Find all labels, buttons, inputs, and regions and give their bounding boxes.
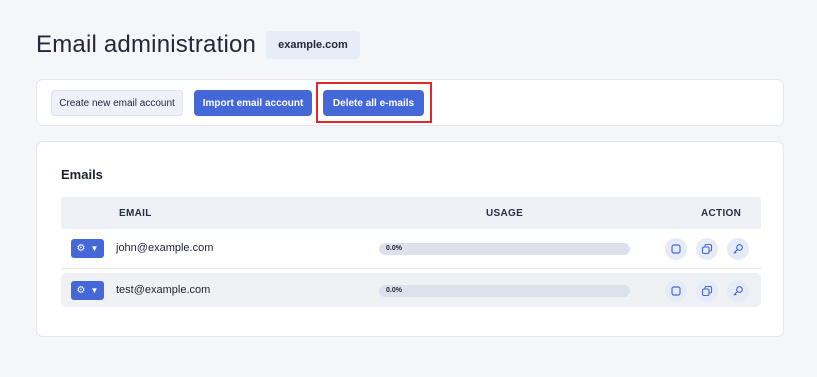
square-icon: [671, 286, 681, 296]
square-icon: [671, 244, 681, 254]
action-button-2[interactable]: [696, 238, 718, 260]
page-header: Email administration example.com: [36, 31, 360, 59]
usage-text: 0.0%: [386, 287, 402, 294]
action-button-1[interactable]: [665, 238, 687, 260]
caret-down-icon: ▼: [90, 285, 99, 295]
import-email-account-button[interactable]: Import email account: [194, 90, 312, 116]
usage-text: 0.0%: [386, 245, 402, 252]
card-title: Emails: [61, 167, 103, 182]
copy-icon: [701, 285, 713, 297]
column-header-action: ACTION: [701, 208, 742, 219]
action-button-1[interactable]: [665, 280, 687, 302]
page-title: Email administration: [36, 31, 257, 58]
toolbar: Create new email account Import email ac…: [36, 79, 784, 126]
usage-bar: 0.0%: [379, 285, 630, 297]
email-address: test@example.com: [116, 284, 211, 296]
row-divider: [61, 268, 761, 269]
copy-icon: [701, 243, 713, 255]
domain-badge[interactable]: example.com: [266, 31, 360, 59]
create-email-account-button[interactable]: Create new email account: [51, 90, 183, 116]
gear-icon: ⚙: [76, 284, 86, 296]
row-menu-button[interactable]: ⚙ ▼: [71, 239, 104, 258]
email-address: john@example.com: [116, 242, 214, 254]
gear-icon: ⚙: [76, 242, 86, 254]
key-icon: [733, 244, 743, 254]
table-row: ⚙ ▼ test@example.com 0.0%: [61, 273, 761, 307]
delete-all-emails-button[interactable]: Delete all e-mails: [323, 90, 424, 116]
key-icon: [733, 286, 743, 296]
column-header-email: EMAIL: [119, 208, 152, 219]
caret-down-icon: ▼: [90, 243, 99, 253]
table-row: ⚙ ▼ john@example.com 0.0%: [61, 231, 761, 265]
action-button-3[interactable]: [727, 238, 749, 260]
row-menu-button[interactable]: ⚙ ▼: [71, 281, 104, 300]
action-button-3[interactable]: [727, 280, 749, 302]
table-header: EMAIL USAGE ACTION: [61, 197, 761, 229]
usage-bar: 0.0%: [379, 243, 630, 255]
action-button-2[interactable]: [696, 280, 718, 302]
column-header-usage: USAGE: [486, 208, 524, 219]
emails-card: Emails EMAIL USAGE ACTION ⚙ ▼ john@examp…: [36, 141, 784, 337]
